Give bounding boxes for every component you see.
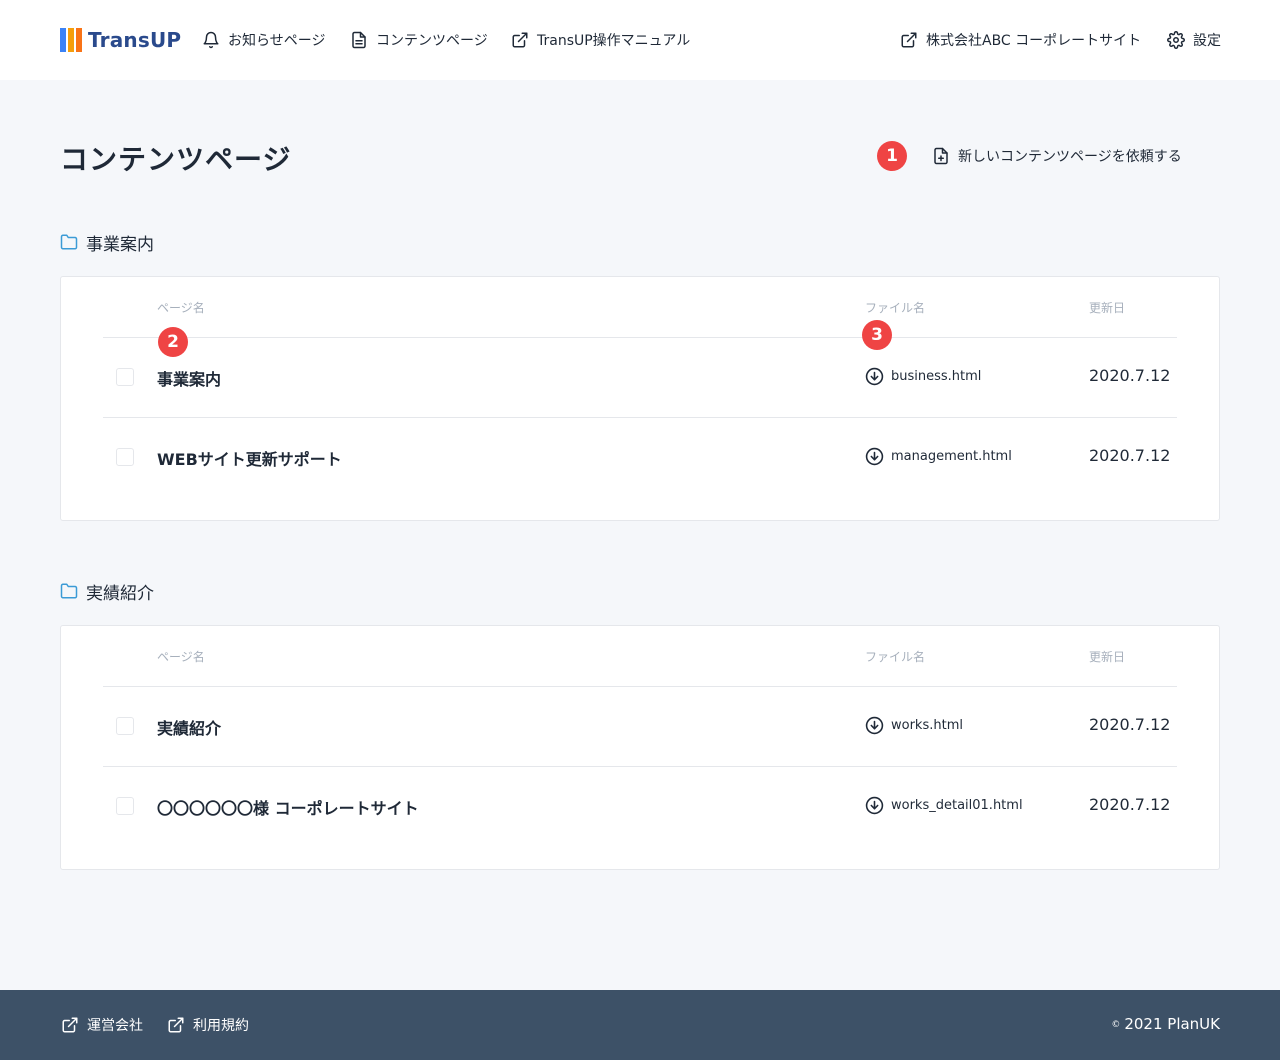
page-name-link[interactable]: WEBサイト更新サポート bbox=[157, 446, 342, 470]
file-download-link[interactable]: works_detail01.html bbox=[865, 796, 1023, 815]
folder-icon bbox=[60, 234, 78, 250]
row-checkbox[interactable] bbox=[116, 797, 134, 815]
table-row: WEBサイト更新サポート management.html 2020.7.12 bbox=[103, 437, 1177, 477]
nav-contents-label: コンテンツページ bbox=[376, 33, 488, 49]
nav-settings-label: 設定 bbox=[1193, 33, 1221, 49]
page-title: コンテンツページ bbox=[60, 143, 292, 176]
file-download-link[interactable]: business.html bbox=[865, 367, 981, 386]
column-header-file-name: ファイル名 bbox=[865, 301, 926, 315]
updated-date: 2020.7.12 bbox=[1089, 795, 1171, 814]
annotation-badge-3: 3 bbox=[862, 320, 892, 350]
download-icon bbox=[865, 447, 884, 466]
file-plus-icon bbox=[934, 147, 948, 165]
external-link-icon bbox=[901, 32, 917, 48]
request-new-page-label: 新しいコンテンツページを依頼する bbox=[958, 149, 1182, 165]
column-header-page-name: ページ名 bbox=[157, 301, 205, 315]
footer-company-link[interactable]: 運営会社 bbox=[61, 1015, 143, 1035]
copyright-text: 2021 PlanUK bbox=[1124, 1015, 1220, 1033]
folder-icon bbox=[60, 583, 78, 599]
section-title-label: 実績紹介 bbox=[86, 583, 154, 604]
logo-mark-icon bbox=[60, 28, 82, 52]
divider bbox=[103, 337, 1177, 338]
download-icon bbox=[865, 796, 884, 815]
updated-date: 2020.7.12 bbox=[1089, 715, 1171, 734]
footer: 運営会社 利用規約 © 2021 PlanUK bbox=[0, 990, 1280, 1060]
divider bbox=[103, 417, 1177, 418]
file-download-link[interactable]: works.html bbox=[865, 716, 963, 735]
file-name: works_detail01.html bbox=[891, 798, 1023, 813]
copyright-mark: © bbox=[1111, 1020, 1121, 1030]
page-name-link[interactable]: 〇〇〇〇〇〇様 コーポレートサイト bbox=[157, 795, 419, 819]
footer-company-label: 運営会社 bbox=[87, 1018, 143, 1034]
external-link-icon bbox=[512, 32, 528, 48]
page-name-link[interactable]: 実績紹介 bbox=[157, 715, 221, 739]
copyright: © 2021 PlanUK bbox=[1111, 1015, 1220, 1033]
column-header-file-name: ファイル名 bbox=[865, 650, 926, 664]
nav-manual[interactable]: TransUP操作マニュアル bbox=[511, 30, 690, 50]
annotation-badge-1: 1 bbox=[877, 141, 907, 171]
nav-news[interactable]: お知らせページ bbox=[202, 30, 325, 50]
page-name-link[interactable]: 事業案内 bbox=[157, 366, 221, 390]
footer-terms-label: 利用規約 bbox=[193, 1018, 249, 1034]
download-icon bbox=[865, 716, 884, 735]
download-icon bbox=[865, 367, 884, 386]
annotation-badge-2: 2 bbox=[158, 327, 188, 357]
updated-date: 2020.7.12 bbox=[1089, 446, 1171, 465]
file-name: management.html bbox=[891, 449, 1012, 464]
file-name: works.html bbox=[891, 718, 963, 733]
table-row: 〇〇〇〇〇〇様 コーポレートサイト works_detail01.html 20… bbox=[103, 786, 1177, 826]
bell-icon bbox=[203, 31, 219, 49]
gear-icon bbox=[1167, 31, 1185, 49]
external-link-icon bbox=[62, 1017, 78, 1033]
section-title: 実績紹介 bbox=[60, 580, 154, 604]
file-name: business.html bbox=[891, 369, 982, 384]
pages-table-card: ページ名 ファイル名 更新日 実績紹介 works.html 2020.7.12… bbox=[60, 625, 1220, 870]
row-checkbox[interactable] bbox=[116, 368, 134, 386]
top-header: TransUP お知らせページ コンテンツページ TransUP操作マニュアル … bbox=[0, 0, 1280, 80]
file-download-link[interactable]: management.html bbox=[865, 447, 1012, 466]
table-row: 事業案内 business.html 2020.7.12 bbox=[103, 357, 1177, 397]
external-link-icon bbox=[168, 1017, 184, 1033]
pages-table-card: ページ名 ファイル名 更新日 事業案内 business.html 2020.7… bbox=[60, 276, 1220, 521]
column-header-updated: 更新日 bbox=[1089, 650, 1126, 664]
nav-settings[interactable]: 設定 bbox=[1167, 30, 1221, 50]
divider bbox=[103, 686, 1177, 687]
section-title-label: 事業案内 bbox=[86, 234, 154, 255]
table-row: 実績紹介 works.html 2020.7.12 bbox=[103, 706, 1177, 746]
nav-corporate-site[interactable]: 株式会社ABC コーポレートサイト bbox=[900, 30, 1141, 50]
updated-date: 2020.7.12 bbox=[1089, 366, 1171, 385]
divider bbox=[103, 766, 1177, 767]
row-checkbox[interactable] bbox=[116, 717, 134, 735]
column-header-updated: 更新日 bbox=[1089, 301, 1126, 315]
document-icon bbox=[352, 31, 366, 49]
section-title: 事業案内 bbox=[60, 231, 154, 255]
transup-logo[interactable]: TransUP bbox=[60, 27, 181, 53]
logo-text: TransUP bbox=[88, 28, 182, 52]
footer-terms-link[interactable]: 利用規約 bbox=[167, 1015, 249, 1035]
nav-contents[interactable]: コンテンツページ bbox=[350, 30, 488, 50]
column-header-page-name: ページ名 bbox=[157, 650, 205, 664]
row-checkbox[interactable] bbox=[116, 448, 134, 466]
nav-corporate-label: 株式会社ABC コーポレートサイト bbox=[926, 33, 1142, 49]
nav-news-label: お知らせページ bbox=[228, 33, 326, 49]
nav-manual-label: TransUP操作マニュアル bbox=[537, 33, 691, 49]
request-new-page-button[interactable]: 新しいコンテンツページを依頼する bbox=[932, 145, 1182, 167]
